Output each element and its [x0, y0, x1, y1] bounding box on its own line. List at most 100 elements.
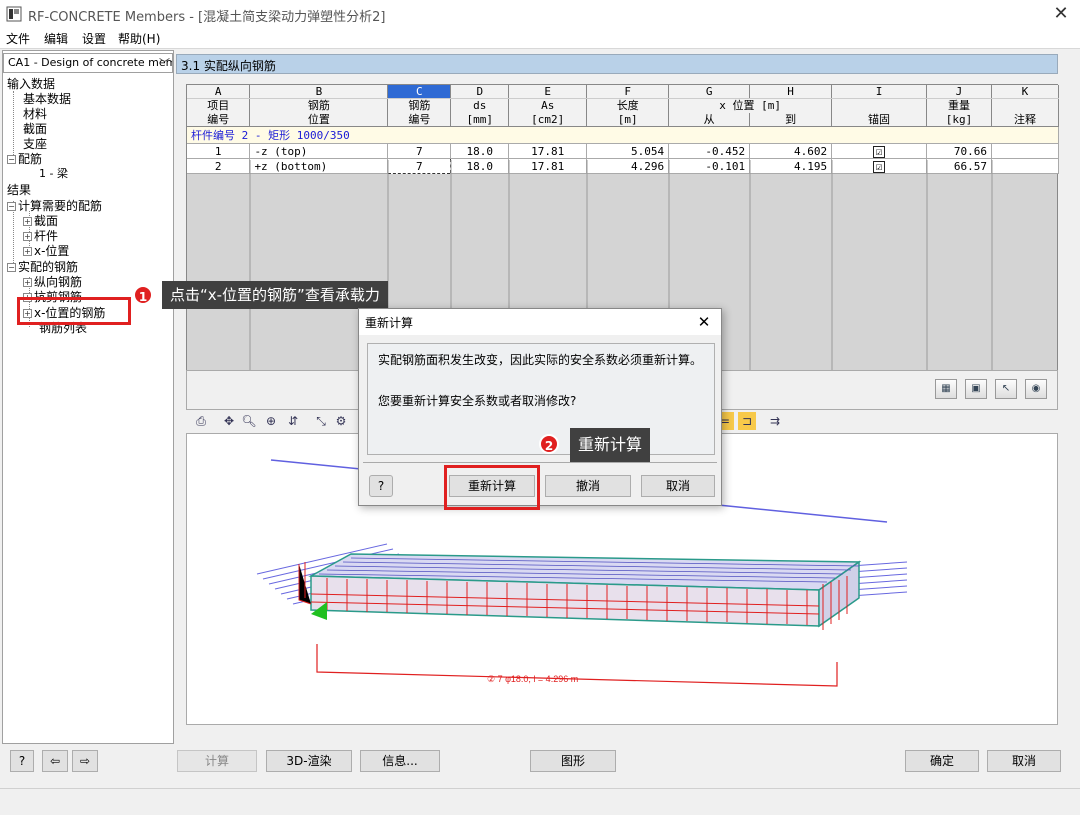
menu-help[interactable]: 帮助(H) — [118, 30, 160, 47]
tree-item-basic-data[interactable]: 基本数据 — [23, 92, 71, 106]
zoom-icon[interactable]: 🔍︎ — [240, 412, 258, 430]
move-icon[interactable]: ✥ — [220, 412, 238, 430]
dialog-cancel-button[interactable]: 取消 — [641, 475, 715, 497]
tree-item-beam[interactable]: 1 - 梁 — [39, 167, 68, 181]
import-icon[interactable]: ▣ — [965, 379, 987, 399]
col-letter-g[interactable]: G — [668, 85, 751, 99]
cell-as[interactable]: 17.81 — [508, 143, 588, 159]
menu-edit[interactable]: 编辑 — [44, 30, 68, 47]
menu-bar: 文件 编辑 设置 帮助(H) — [0, 28, 1080, 48]
dialog-message-1: 实配钢筋面积发生改变，因此实际的安全系数必须重新计算。 — [378, 353, 703, 367]
cell-position[interactable]: -z (top) — [249, 143, 389, 159]
dialog-close-icon[interactable]: ✕ — [693, 312, 715, 332]
col-letter-d[interactable]: D — [450, 85, 510, 99]
info-button[interactable]: 信息... — [360, 750, 440, 772]
ok-button[interactable]: 确定 — [905, 750, 979, 772]
print-icon[interactable]: ⎙ — [192, 412, 210, 430]
col-header: 重量 — [926, 98, 992, 113]
eye-icon[interactable]: ◉ — [1025, 379, 1047, 399]
tree-item-req-member[interactable]: + 杆件 — [23, 229, 58, 243]
collapse-icon[interactable]: − — [7, 155, 16, 164]
help-icon[interactable]: ? — [10, 750, 34, 772]
next-icon[interactable]: ⇨ — [72, 750, 98, 772]
cancel-button[interactable]: 取消 — [987, 750, 1061, 772]
col-letter-a[interactable]: A — [187, 85, 251, 99]
cell-from[interactable]: -0.452 — [668, 143, 751, 159]
zoom-window-icon[interactable]: ⊕ — [262, 412, 280, 430]
col-letter-b[interactable]: B — [249, 85, 389, 99]
tree-item-reinforcement[interactable]: − 配筋 — [7, 152, 42, 166]
tree-item-section[interactable]: 截面 — [23, 122, 47, 136]
col-header: 长度 — [586, 98, 670, 113]
tree-line — [13, 91, 14, 161]
tree-item-label: 截面 — [34, 214, 59, 228]
cell-no[interactable]: 1 — [187, 143, 251, 159]
cell-to[interactable]: 4.602 — [749, 143, 833, 159]
collapse-icon[interactable]: − — [7, 263, 16, 272]
cell-length[interactable]: 5.054 — [586, 143, 670, 159]
tree-item-required[interactable]: − 计算需要的配筋 — [7, 199, 102, 213]
render-3d-button[interactable]: 3D-渲染 — [266, 750, 352, 772]
window-close-button[interactable]: ✕ — [1048, 2, 1074, 26]
tree-item-longitudinal[interactable]: + 纵向钢筋 — [23, 275, 82, 289]
col-header: [kg] — [926, 112, 992, 127]
dialog-message-2: 您要重新计算安全系数或者取消修改? — [378, 394, 577, 408]
bar-label: ② 7 φ18.0, l = 4.296 m — [487, 674, 578, 684]
col-letter-j[interactable]: J — [926, 85, 992, 99]
col-letter-k[interactable]: K — [991, 85, 1060, 99]
expand-icon[interactable]: + — [23, 232, 32, 241]
cell-anchor[interactable]: ☑ — [831, 143, 927, 159]
graphics-button[interactable]: 图形 — [530, 750, 616, 772]
tree-item-label: 配筋 — [18, 152, 43, 166]
tree-item-req-x[interactable]: + x-位置 — [23, 244, 69, 258]
col-letter-h[interactable]: H — [749, 85, 833, 99]
col-header: [m] — [586, 112, 670, 127]
col-header: 注释 — [991, 112, 1060, 127]
tree-item-provided[interactable]: − 实配的钢筋 — [7, 260, 78, 274]
select-icon[interactable]: ↖ — [995, 379, 1017, 399]
axis-icon[interactable]: ⤡ — [312, 412, 330, 430]
case-select[interactable]: CA1 - Design of concrete mem ﹀ — [3, 53, 173, 73]
col-letter-f[interactable]: F — [586, 85, 670, 99]
view-options-icon[interactable]: ⇵ — [284, 412, 302, 430]
col-letter-i[interactable]: I — [831, 85, 927, 99]
cell-bar[interactable]: 7 — [387, 143, 452, 159]
cell-note[interactable] — [991, 143, 1060, 159]
table-row[interactable]: 1 -z (top) 7 18.0 17.81 5.054 -0.452 4.6… — [187, 143, 1060, 159]
col-letter-c[interactable]: C — [387, 85, 452, 99]
tree-item-material[interactable]: 材料 — [23, 107, 47, 121]
expand-icon[interactable]: + — [23, 217, 32, 226]
previous-icon[interactable]: ⇦ — [42, 750, 68, 772]
display-toggle-icon[interactable]: ⊐ — [738, 412, 756, 430]
col-header — [831, 98, 927, 113]
help-icon[interactable]: ? — [369, 475, 393, 497]
filter-icon[interactable]: ⚙ — [332, 412, 350, 430]
export-image-icon[interactable]: ⇉ — [766, 412, 784, 430]
expand-icon[interactable]: + — [23, 247, 32, 256]
cell-ds[interactable]: 18.0 — [450, 143, 510, 159]
section-title: 3.1 实配纵向钢筋 — [176, 54, 1058, 74]
tree-item-label: 杆件 — [34, 229, 59, 243]
calculate-button[interactable]: 计算 — [177, 750, 257, 772]
bottom-bar: ? ⇦ ⇨ 计算 3D-渲染 信息... 图形 确定 取消 — [0, 744, 1080, 784]
tree-item-results[interactable]: 结果 — [7, 183, 31, 197]
tree-item-input[interactable]: 输入数据 — [7, 77, 55, 91]
col-letter-e[interactable]: E — [508, 85, 588, 99]
collapse-icon[interactable]: − — [7, 202, 16, 211]
callout-tip-1: 点击“x-位置的钢筋”查看承载力 — [162, 281, 388, 309]
cell-weight[interactable]: 70.66 — [926, 143, 992, 159]
anchor-checkbox[interactable]: ☑ — [873, 145, 886, 158]
col-header: As — [508, 98, 588, 113]
expand-icon[interactable]: + — [23, 278, 32, 287]
col-header: [mm] — [450, 112, 510, 127]
undo-button[interactable]: 撤消 — [545, 475, 631, 497]
menu-file[interactable]: 文件 — [6, 30, 30, 47]
tree-item-support[interactable]: 支座 — [23, 137, 47, 151]
tree-item-req-section[interactable]: + 截面 — [23, 214, 58, 228]
excel-export-icon[interactable]: ▦ — [935, 379, 957, 399]
chevron-down-icon: ﹀ — [159, 57, 170, 70]
col-header: x 位置 [m] — [668, 98, 833, 113]
menu-settings[interactable]: 设置 — [82, 30, 106, 47]
col-header: 编号 — [387, 112, 452, 127]
col-header: 到 — [749, 112, 833, 127]
